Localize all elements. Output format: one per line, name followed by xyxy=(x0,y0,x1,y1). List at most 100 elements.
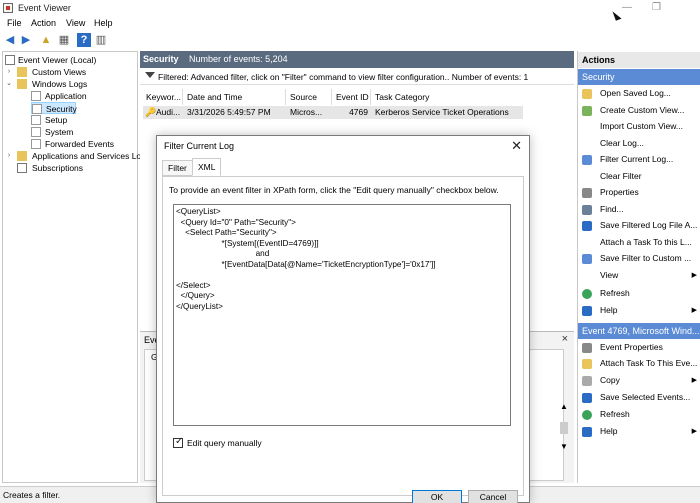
action-help[interactable]: Help ▶ xyxy=(582,303,700,318)
filter-funnel-icon xyxy=(145,72,155,78)
cancel-button[interactable]: Cancel xyxy=(468,490,518,503)
event-viewer-app-icon xyxy=(3,3,13,13)
log-icon xyxy=(31,91,41,101)
show-hide-tree-icon[interactable]: ▦ xyxy=(57,33,71,47)
action-copy[interactable]: Copy ▶ xyxy=(582,373,700,388)
action-save-selected-events[interactable]: Save Selected Events... xyxy=(582,390,700,405)
action-attach-task-event[interactable]: Attach Task To This Eve... xyxy=(582,356,700,371)
tree-item-security[interactable]: Security xyxy=(31,102,77,114)
edit-query-manually-checkbox[interactable] xyxy=(173,436,183,448)
navigation-tree: Event Viewer (Local) › Custom Views ⌄ Wi… xyxy=(2,51,141,483)
action-refresh[interactable]: Refresh xyxy=(582,286,700,301)
subscriptions-icon xyxy=(17,163,27,173)
edit-query-manually-label[interactable]: Edit query manually xyxy=(187,438,262,448)
audit-key-icon: 🔑 xyxy=(145,107,157,117)
details-scrollbar[interactable]: ▲ ▼ xyxy=(558,402,570,462)
log-icon xyxy=(31,115,41,125)
minimize-button[interactable]: — xyxy=(622,2,632,13)
filter-info-text: Filtered: Advanced filter, click on "Fil… xyxy=(158,72,529,82)
filter-current-log-dialog: Filter Current Log ✕ Filter XML To provi… xyxy=(156,135,530,503)
task-icon xyxy=(582,359,592,369)
row-source: Micros... xyxy=(287,106,333,119)
row-event-id: 4769 xyxy=(333,106,372,119)
open-folder-icon xyxy=(582,89,592,99)
row-task-category: Kerberos Service Ticket Operations xyxy=(372,106,523,119)
expand-arrow-icon[interactable]: › xyxy=(5,150,13,162)
column-source[interactable]: Source xyxy=(287,89,332,105)
submenu-arrow-icon: ▶ xyxy=(691,377,697,384)
scroll-down-icon[interactable]: ▼ xyxy=(560,442,568,451)
event-viewer-icon xyxy=(5,55,15,65)
action-attach-task-log[interactable]: Attach a Task To this L... xyxy=(582,235,700,250)
action-help-event[interactable]: Help ▶ xyxy=(582,424,700,439)
filter-icon xyxy=(582,106,592,116)
column-task-category[interactable]: Task Category xyxy=(372,89,522,105)
action-open-saved-log[interactable]: Open Saved Log... xyxy=(582,86,700,101)
action-save-filtered-log[interactable]: Save Filtered Log File A... xyxy=(582,218,700,233)
back-arrow-icon[interactable]: ◀ xyxy=(3,33,17,47)
column-keywords[interactable]: Keywor... xyxy=(143,89,183,105)
folder-icon xyxy=(17,151,27,161)
row-date-time: 3/31/2026 5:49:57 PM xyxy=(184,106,287,119)
menu-file[interactable]: File xyxy=(7,18,22,28)
xml-query-editor[interactable]: <QueryList> <Query Id="0" Path="Security… xyxy=(173,204,511,426)
tab-xml[interactable]: XML xyxy=(192,158,222,176)
action-save-filter-custom-view[interactable]: Save Filter to Custom ... xyxy=(582,251,700,266)
action-properties[interactable]: Properties xyxy=(582,185,700,200)
toolbar: ◀ ▶ ▲ ▦ ? ▥ xyxy=(0,31,700,49)
action-import-custom-view[interactable]: Import Custom View... xyxy=(582,119,700,134)
properties-icon xyxy=(582,343,592,353)
action-filter-current-log[interactable]: Filter Current Log... xyxy=(582,152,700,167)
menu-help[interactable]: Help xyxy=(94,18,113,28)
log-icon xyxy=(31,127,41,137)
submenu-arrow-icon: ▶ xyxy=(691,272,697,279)
scroll-thumb[interactable] xyxy=(560,422,568,434)
window-title: Event Viewer xyxy=(18,3,71,13)
forward-arrow-icon[interactable]: ▶ xyxy=(19,33,33,47)
save-icon xyxy=(582,221,592,231)
show-action-pane-icon[interactable]: ▥ xyxy=(94,33,108,47)
dialog-close-button[interactable]: ✕ xyxy=(511,138,522,154)
column-date-time[interactable]: Date and Time xyxy=(184,89,286,105)
action-view[interactable]: View ▶ xyxy=(582,268,700,283)
menu-action[interactable]: Action xyxy=(31,18,56,28)
ok-button[interactable]: OK xyxy=(412,490,462,503)
submenu-arrow-icon: ▶ xyxy=(691,307,697,314)
menu-view[interactable]: View xyxy=(66,18,85,28)
actions-section-security[interactable]: Security xyxy=(578,69,700,85)
details-close-button[interactable]: × xyxy=(562,333,568,345)
folder-icon xyxy=(17,79,27,89)
properties-icon xyxy=(582,188,592,198)
expand-arrow-icon[interactable]: › xyxy=(5,66,13,78)
folder-icon xyxy=(17,67,27,77)
log-header: Security Number of events: 5,204 xyxy=(140,51,574,68)
actions-section-event[interactable]: Event 4769, Microsoft Wind... xyxy=(578,323,700,339)
find-binoculars-icon xyxy=(582,205,592,215)
help-icon xyxy=(582,427,592,437)
dialog-title: Filter Current Log xyxy=(164,141,235,151)
action-find[interactable]: Find... xyxy=(582,202,700,217)
tab-filter[interactable]: Filter xyxy=(162,160,193,176)
save-icon xyxy=(582,393,592,403)
action-refresh-event[interactable]: Refresh xyxy=(582,407,700,422)
column-event-id[interactable]: Event ID xyxy=(333,89,371,105)
filter-save-icon xyxy=(582,254,592,264)
actions-header: Actions xyxy=(578,52,700,68)
submenu-arrow-icon: ▶ xyxy=(691,428,697,435)
help-icon xyxy=(582,306,592,316)
event-count: Number of events: 5,204 xyxy=(189,54,288,64)
maximize-button[interactable]: ❐ xyxy=(652,2,661,13)
event-list: Keywor... Date and Time Source Event ID … xyxy=(143,89,573,119)
action-create-custom-view[interactable]: Create Custom View... xyxy=(582,103,700,118)
scroll-up-icon[interactable]: ▲ xyxy=(560,402,568,411)
help-icon[interactable]: ? xyxy=(77,33,91,47)
up-folder-icon[interactable]: ▲ xyxy=(39,33,53,47)
action-clear-log[interactable]: Clear Log... xyxy=(582,136,700,151)
title-bar: Event Viewer — ❐ xyxy=(0,0,700,17)
action-clear-filter[interactable]: Clear Filter xyxy=(582,169,700,184)
action-event-properties[interactable]: Event Properties xyxy=(582,340,700,355)
refresh-icon xyxy=(582,410,592,420)
collapse-arrow-icon[interactable]: ⌄ xyxy=(5,78,13,90)
row-keywords: 🔑 Audi... xyxy=(143,106,184,119)
log-name: Security xyxy=(143,54,179,64)
